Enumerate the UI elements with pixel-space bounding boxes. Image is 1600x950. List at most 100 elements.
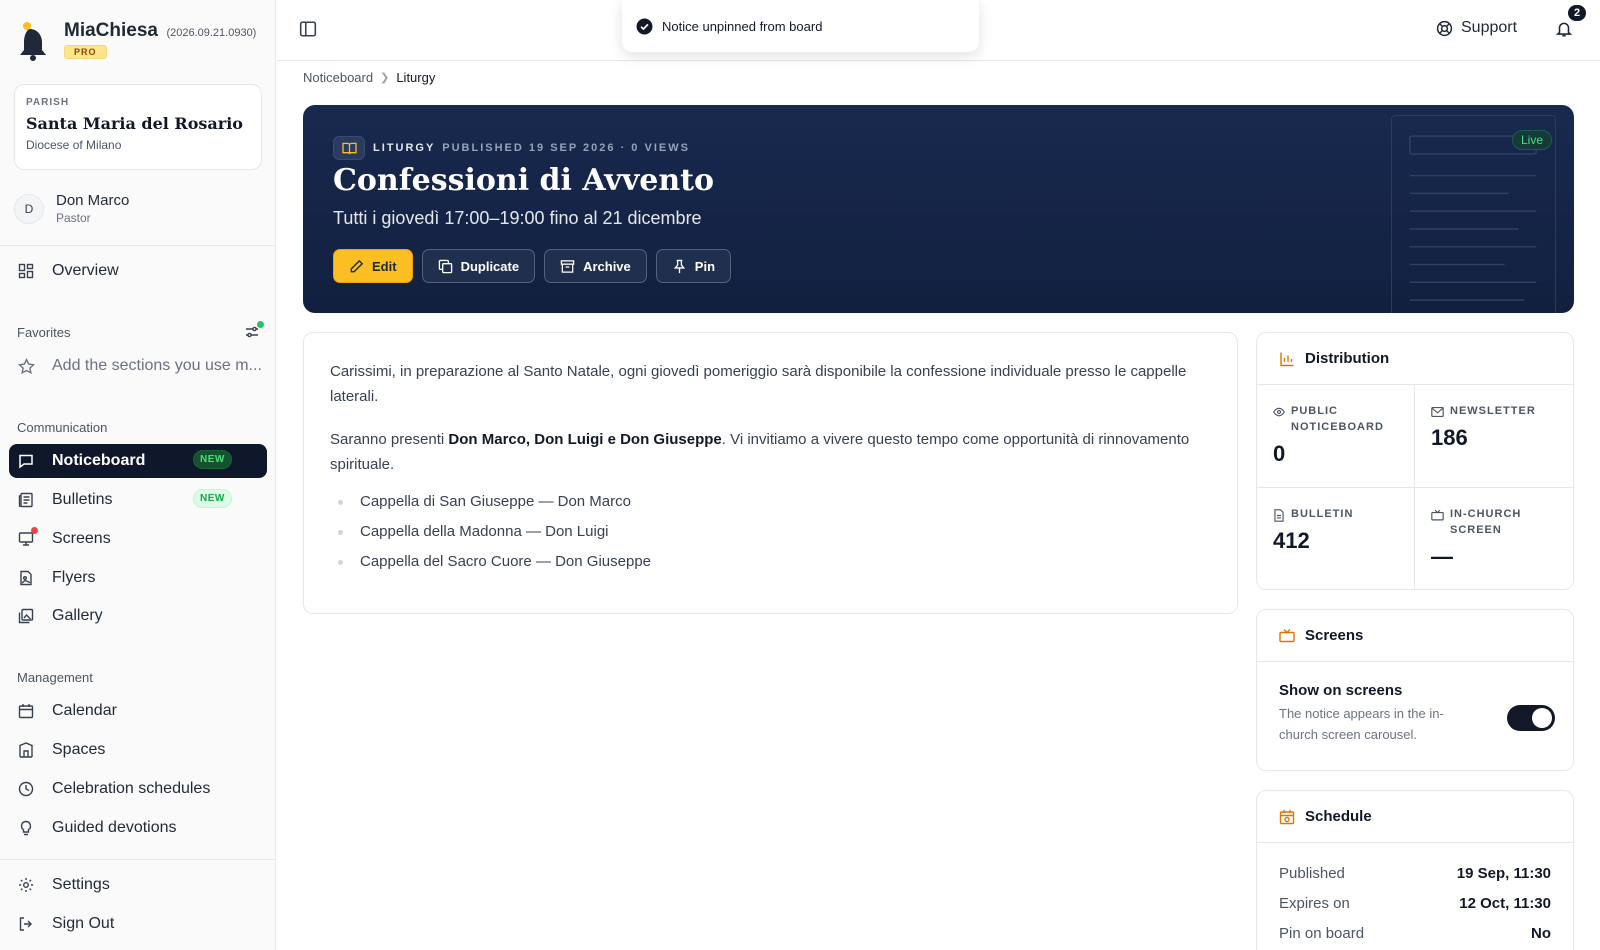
sidebar-item-sign-out[interactable]: Sign Out <box>9 907 267 941</box>
show-on-screens-toggle[interactable] <box>1507 705 1555 731</box>
grid-icon <box>17 262 35 280</box>
sidebar-divider <box>0 245 276 246</box>
schedule-panel: Schedule Published 19 Sep, 11:30 Expires… <box>1256 790 1574 950</box>
button-label: Edit <box>372 258 397 274</box>
alert-dot <box>31 527 38 534</box>
notice-category: LITURGY <box>373 142 436 154</box>
show-on-screens-label: Show on screens <box>1279 682 1403 699</box>
stat-in-church-screen: IN-CHURCH SCREEN — <box>1415 488 1573 589</box>
sidebar-item-noticeboard[interactable]: Noticeboard NEW <box>9 444 267 478</box>
schedule-value: No <box>1531 925 1551 942</box>
sidebar-item-spaces[interactable]: Spaces <box>9 733 267 767</box>
brand[interactable]: MiaChiesa (2026.09.21.0930) PRO <box>16 20 256 62</box>
schedule-key: Expires on <box>1279 895 1350 912</box>
stat-value: 0 <box>1273 441 1286 466</box>
parish-diocese: Diocese of Milano <box>26 138 122 152</box>
images-icon <box>17 607 35 625</box>
bell-icon[interactable] <box>1555 20 1575 40</box>
parish-label: PARISH <box>26 97 70 108</box>
star-icon <box>17 357 35 375</box>
sidebar-item-label: Spaces <box>52 741 106 758</box>
sidebar-item-flyers[interactable]: Flyers <box>9 561 267 595</box>
list-item: Cappella di San Giuseppe — Don Marco <box>330 487 1211 517</box>
sidebar-item-label: Sign Out <box>52 915 115 932</box>
copy-icon <box>438 259 452 273</box>
sidebar-item-label: Gallery <box>52 607 103 624</box>
new-badge: NEW <box>193 450 232 469</box>
newspaper-icon <box>17 491 35 509</box>
stat-newsletter: NEWSLETTER 186 <box>1415 385 1573 488</box>
stat-public-noticeboard: PUBLIC NOTICEBOARD 0 <box>1257 385 1415 488</box>
sidebar-toggle-icon[interactable] <box>299 20 319 40</box>
button-label: Archive <box>583 258 631 274</box>
calendar-icon <box>17 702 35 720</box>
sidebar-item-label: Add the sections you use m... <box>52 357 262 374</box>
panel-title: Distribution <box>1305 350 1390 367</box>
user-name: Don Marco <box>56 192 130 209</box>
sidebar-item-screens[interactable]: Screens <box>9 522 267 556</box>
sidebar-item-celebration-schedules[interactable]: Celebration schedules <box>9 772 267 806</box>
duplicate-button[interactable]: Duplicate <box>421 249 536 283</box>
notice-title: Confessioni di Avvento <box>333 163 715 198</box>
breadcrumb-current: Liturgy <box>396 70 436 85</box>
sidebar-item-label: Celebration schedules <box>52 780 211 797</box>
distribution-panel: Distribution PUBLIC NOTICEBOARD 0 NEWSLE… <box>1256 332 1574 590</box>
pro-badge: PRO <box>64 45 107 59</box>
notice-subtitle: Tutti i giovedì 17:00–19:00 fino al 21 d… <box>333 208 702 228</box>
archive-button[interactable]: Archive <box>544 249 647 283</box>
body-paragraph: Carissimi, in preparazione al Santo Nata… <box>330 363 1187 405</box>
notice-hero: Live LITURGY PUBLISHED 19 SEP 2026 · 0 V… <box>303 105 1574 313</box>
schedule-key: Pin on board <box>1279 925 1365 942</box>
parish-name: Santa Maria del Rosario <box>26 114 243 133</box>
list-item: Cappella del Sacro Cuore — Don Giuseppe <box>330 547 1211 577</box>
support-button[interactable]: Support <box>1436 19 1517 37</box>
favorites-add-hint[interactable]: Add the sections you use m... <box>9 349 267 383</box>
breadcrumb-root[interactable]: Noticeboard <box>303 70 373 85</box>
pin-button[interactable]: Pin <box>655 249 732 283</box>
sidebar-item-guided-devotions[interactable]: Guided devotions <box>9 811 267 845</box>
schedule-key: Published <box>1279 865 1345 882</box>
app-name: MiaChiesa <box>64 20 158 41</box>
stat-label: BULLETIN <box>1291 508 1354 520</box>
sidebar-item-settings[interactable]: Settings <box>9 868 267 902</box>
sidebar-item-calendar[interactable]: Calendar <box>9 694 267 728</box>
notice-body: Carissimi, in preparazione al Santo Nata… <box>303 332 1238 614</box>
tv-icon <box>1431 509 1444 521</box>
schedule-row: Expires on 12 Oct, 11:30 <box>1279 889 1551 919</box>
book-icon <box>333 136 365 160</box>
check-circle-icon <box>636 18 653 34</box>
sidebar-item-label: Calendar <box>52 702 117 719</box>
notice-published-meta: PUBLISHED 19 SEP 2026 · 0 VIEWS <box>442 142 690 154</box>
archive-icon <box>560 259 575 273</box>
bell-logo-icon <box>20 22 46 61</box>
favorites-settings-icon[interactable] <box>244 321 264 342</box>
stat-bulletin: BULLETIN 412 <box>1257 488 1415 589</box>
new-badge: NEW <box>193 489 232 508</box>
stat-value: — <box>1431 544 1453 569</box>
sidebar-item-label: Settings <box>52 876 110 893</box>
sidebar-item-label: Screens <box>52 530 111 547</box>
tv-icon <box>1279 629 1295 643</box>
calendar-clock-icon <box>1279 809 1295 824</box>
schedule-value: 19 Sep, 11:30 <box>1456 865 1551 882</box>
sidebar-item-gallery[interactable]: Gallery <box>9 599 267 633</box>
button-label: Duplicate <box>460 258 520 274</box>
avatar: D <box>14 193 44 224</box>
user-profile[interactable]: D Don Marco Pastor <box>14 192 129 225</box>
edit-button[interactable]: Edit <box>333 249 413 283</box>
sidebar: MiaChiesa (2026.09.21.0930) PRO PARISH S… <box>0 0 276 950</box>
list-item: Cappella della Madonna — Don Luigi <box>330 517 1211 547</box>
button-label: Pin <box>694 258 716 274</box>
pencil-icon <box>350 259 364 272</box>
sidebar-item-bulletins[interactable]: Bulletins NEW <box>9 483 267 517</box>
church-icon <box>17 741 35 759</box>
parish-switcher[interactable]: PARISH Santa Maria del Rosario Diocese o… <box>14 84 262 170</box>
clock-icon <box>17 780 35 798</box>
toggle-knob <box>1532 708 1552 728</box>
show-on-screens-description: The notice appears in the in-church scre… <box>1279 706 1444 742</box>
sidebar-item-overview[interactable]: Overview <box>9 254 267 288</box>
schedule-value: 12 Oct, 11:30 <box>1459 895 1551 912</box>
favorites-label: Favorites <box>17 325 71 340</box>
app-version: (2026.09.21.0930) <box>166 27 257 39</box>
stat-label: PUBLIC NOTICEBOARD <box>1291 405 1384 433</box>
